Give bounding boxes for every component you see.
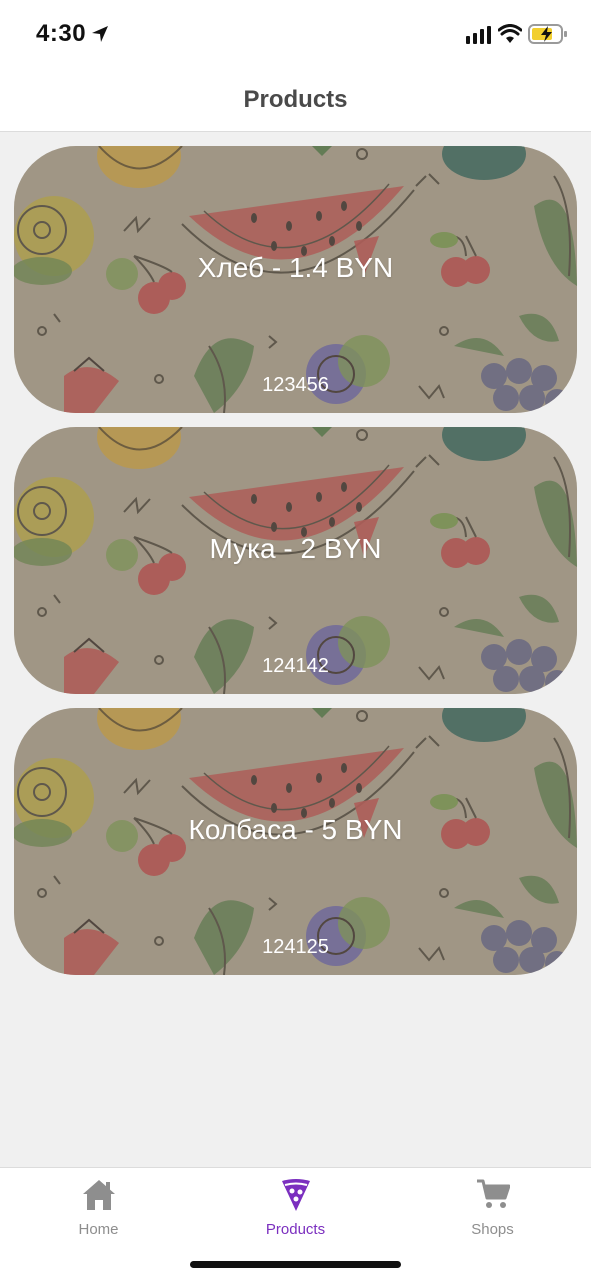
status-time: 4:30	[36, 20, 87, 47]
tab-home[interactable]: Home	[0, 1168, 197, 1248]
tab-label: Shops	[471, 1221, 514, 1238]
tab-products[interactable]: Products	[197, 1168, 394, 1248]
product-code: 124125	[262, 936, 329, 958]
product-card[interactable]: Мука - 2 BYN 124142	[14, 427, 577, 694]
battery-charging-icon	[528, 24, 567, 44]
pizza-icon	[281, 1179, 310, 1211]
home-indicator[interactable]	[190, 1261, 401, 1268]
product-title: Хлеб - 1.4 BYN	[197, 252, 394, 283]
home-icon	[82, 1180, 115, 1210]
location-arrow-icon	[92, 26, 108, 42]
cart-icon	[476, 1179, 510, 1208]
product-list: Хлеб - 1.4 BYN 123456 Мука - 2 BYN 12414…	[0, 132, 591, 1167]
status-bar: 4:30	[0, 0, 591, 66]
page-title: Products	[243, 85, 348, 113]
tab-label: Home	[78, 1221, 119, 1238]
product-title: Колбаса - 5 BYN	[188, 814, 403, 845]
product-card[interactable]: Колбаса - 5 BYN 124125	[14, 708, 577, 975]
product-title: Мука - 2 BYN	[209, 533, 382, 564]
tab-shops[interactable]: Shops	[394, 1168, 591, 1248]
product-code: 123456	[262, 374, 329, 396]
navigation-header: Products	[0, 66, 591, 132]
cellular-signal-icon	[466, 26, 491, 44]
wifi-icon	[498, 24, 522, 43]
tab-label: Products	[265, 1221, 326, 1238]
product-code: 124142	[262, 655, 329, 677]
product-card[interactable]: Хлеб - 1.4 BYN 123456	[14, 146, 577, 413]
